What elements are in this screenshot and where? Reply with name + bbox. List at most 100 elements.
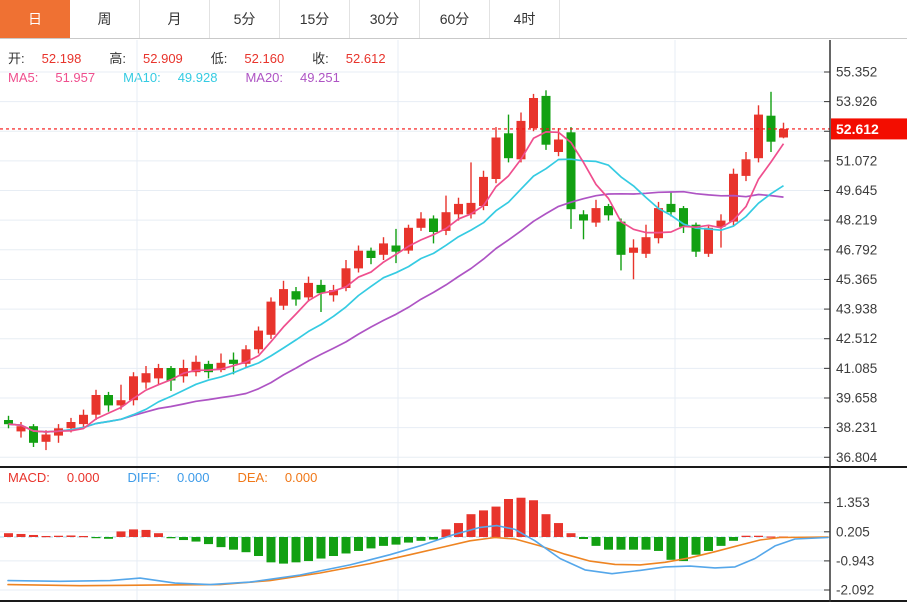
macd-bar bbox=[179, 537, 188, 541]
macd-bar bbox=[704, 537, 713, 551]
macd-axis-label: -0.943 bbox=[836, 553, 874, 568]
candle-body bbox=[754, 114, 763, 159]
macd-bar bbox=[66, 535, 76, 537]
price-axis-label: 45.365 bbox=[836, 272, 877, 287]
macd-bar bbox=[241, 537, 251, 553]
macd-bar bbox=[29, 534, 38, 537]
macd-bar bbox=[429, 537, 438, 540]
macd-bar bbox=[416, 537, 426, 541]
macd-bar bbox=[329, 537, 338, 557]
candle-body bbox=[266, 301, 276, 335]
candle-body bbox=[729, 173, 738, 222]
macd-bar bbox=[166, 537, 176, 539]
macd-bar bbox=[491, 506, 501, 537]
macd-bar bbox=[404, 537, 413, 543]
candle-body bbox=[104, 395, 113, 406]
macd-bar bbox=[566, 533, 576, 537]
macd-bar bbox=[341, 537, 351, 554]
macd-bar bbox=[366, 537, 376, 549]
candle-body bbox=[604, 206, 613, 216]
macd-bar bbox=[41, 535, 51, 538]
macd-bar bbox=[141, 529, 151, 537]
candle-body bbox=[416, 218, 426, 228]
macd-bar bbox=[741, 535, 751, 537]
macd-bar bbox=[191, 537, 201, 542]
candle-body bbox=[616, 221, 626, 255]
price-axis-label: 53.926 bbox=[836, 94, 877, 109]
macd-bar bbox=[379, 537, 388, 546]
candle-body bbox=[454, 203, 463, 215]
macd-bar bbox=[79, 535, 88, 538]
macd-bar bbox=[629, 537, 638, 550]
macd-bar bbox=[4, 533, 13, 537]
candles bbox=[4, 90, 788, 451]
macd-axis-label: 1.353 bbox=[836, 495, 870, 510]
chart-canvas[interactable]: 55.352 53.926 51.072 49.645 48.219 46.792 45.3… bbox=[0, 0, 907, 605]
ma10-line bbox=[8, 158, 784, 433]
macd-bar bbox=[591, 537, 601, 546]
macd-bar bbox=[266, 537, 276, 563]
candle-body bbox=[79, 414, 88, 425]
candle-body bbox=[304, 282, 313, 298]
macd-axis-label: -2.092 bbox=[836, 583, 874, 598]
candle-body bbox=[704, 227, 713, 254]
current-price-tag-text: 52.612 bbox=[836, 121, 879, 137]
price-axis-label: 48.219 bbox=[836, 213, 877, 228]
macd-bar bbox=[104, 537, 113, 539]
candle-body bbox=[591, 208, 601, 223]
macd-bar bbox=[466, 514, 476, 537]
macd-bar bbox=[129, 529, 138, 537]
price-axis-label: 49.645 bbox=[836, 183, 877, 198]
ma5-line bbox=[8, 131, 785, 433]
candle-body bbox=[741, 159, 751, 176]
macd-bar bbox=[679, 537, 688, 562]
candle-body bbox=[529, 98, 538, 129]
macd-bar bbox=[479, 510, 488, 537]
price-axis-label: 42.512 bbox=[836, 331, 877, 346]
macd-bar bbox=[541, 514, 551, 537]
macd-bar bbox=[554, 523, 563, 537]
macd-bar bbox=[604, 537, 613, 550]
macd-bar bbox=[579, 537, 588, 540]
macd-bar bbox=[204, 537, 213, 545]
candle-body bbox=[379, 243, 388, 255]
price-axis-label: 36.804 bbox=[836, 450, 878, 465]
candle-body bbox=[154, 368, 163, 379]
macd-bar bbox=[116, 531, 126, 537]
macd-axis-label: 0.205 bbox=[836, 524, 870, 539]
price-axis-label: 46.792 bbox=[836, 242, 877, 257]
macd-bar bbox=[316, 537, 326, 559]
price-axis-label: 38.231 bbox=[836, 420, 877, 435]
candle-body bbox=[491, 137, 501, 179]
macd-bar bbox=[291, 537, 301, 563]
trading-chart-app: 日周月 5分 15分 30分 60分 4时 开: 52.198 高: 52.909 低: 52.16… bbox=[0, 0, 907, 605]
macd-bar bbox=[729, 537, 738, 541]
price-axis-label: 41.085 bbox=[836, 361, 877, 376]
candle-body bbox=[291, 291, 301, 300]
macd-bar bbox=[54, 535, 63, 537]
macd-bar bbox=[391, 537, 401, 545]
candle-body bbox=[391, 245, 401, 252]
candle-body bbox=[541, 95, 551, 145]
macd-bar bbox=[304, 537, 313, 562]
candle-body bbox=[141, 373, 151, 383]
candle-body bbox=[654, 208, 663, 239]
bottom-border bbox=[0, 600, 907, 602]
candle-body bbox=[666, 203, 676, 213]
macd-bar bbox=[216, 537, 226, 548]
price-axis-label: 51.072 bbox=[836, 153, 877, 168]
macd-bar bbox=[91, 537, 101, 539]
candle-body bbox=[641, 237, 651, 254]
ma20-line bbox=[8, 190, 784, 433]
candle-body bbox=[229, 359, 238, 364]
price-axis-label: 43.938 bbox=[836, 302, 877, 317]
candle-body bbox=[354, 250, 363, 269]
candle-body bbox=[41, 434, 51, 442]
candle-body bbox=[366, 250, 376, 258]
candle-body bbox=[279, 289, 288, 306]
macd-bar bbox=[666, 537, 676, 560]
candle-body bbox=[579, 214, 588, 221]
macd-bar bbox=[16, 533, 26, 537]
macd-bar bbox=[354, 537, 363, 551]
macd-bar bbox=[691, 537, 701, 555]
